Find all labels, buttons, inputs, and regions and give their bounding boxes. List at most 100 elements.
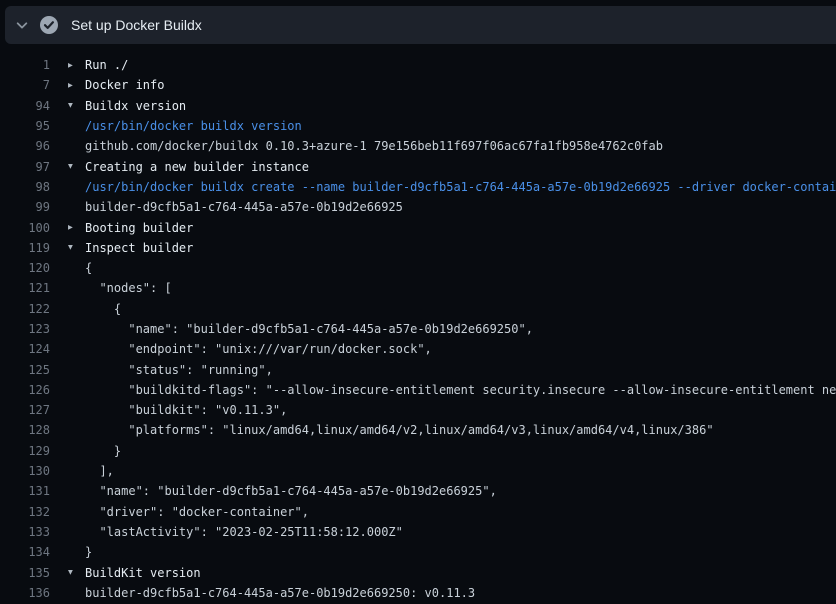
log-group-toggle[interactable]: ▶Booting builder bbox=[50, 221, 193, 235]
line-number[interactable]: 96 bbox=[0, 139, 50, 153]
log-text: /usr/bin/docker buildx create --name bui… bbox=[50, 180, 836, 194]
line-number[interactable]: 97 bbox=[0, 160, 50, 174]
triangle-collapsed-icon: ▶ bbox=[68, 80, 78, 89]
log-text: "buildkitd-flags": "--allow-insecure-ent… bbox=[50, 383, 836, 397]
line-number[interactable]: 123 bbox=[0, 322, 50, 336]
log-line: 97▼Creating a new builder instance bbox=[0, 156, 836, 176]
line-number[interactable]: 94 bbox=[0, 99, 50, 113]
line-number[interactable]: 126 bbox=[0, 383, 50, 397]
workflow-log-page: Set up Docker Buildx 1▶Run ./7▶Docker in… bbox=[0, 0, 836, 604]
step-title: Set up Docker Buildx bbox=[71, 6, 202, 44]
log-text: "endpoint": "unix:///var/run/docker.sock… bbox=[50, 342, 432, 356]
log-line: 7 ▶ Docker info bbox=[0, 75, 836, 95]
line-number[interactable]: 131 bbox=[0, 484, 50, 498]
log-line: 129 } bbox=[0, 441, 836, 461]
log-text: { bbox=[50, 261, 92, 275]
log-group-toggle[interactable]: ▼ BuildKit version bbox=[50, 566, 201, 580]
log-line-text: "lastActivity": "2023-02-25T11:58:12.000… bbox=[85, 525, 403, 539]
line-number[interactable]: 120 bbox=[0, 261, 50, 275]
line-number[interactable]: 133 bbox=[0, 525, 50, 539]
log-text: "name": "builder-d9cfb5a1-c764-445a-a57e… bbox=[50, 484, 497, 498]
line-number[interactable]: 100 bbox=[0, 221, 50, 235]
log-line-text: "name": "builder-d9cfb5a1-c764-445a-a57e… bbox=[85, 322, 533, 336]
log-line: 96 github.com/docker/buildx 0.10.3+azure-… bbox=[0, 136, 836, 156]
log-line-text: BuildKit version bbox=[85, 566, 201, 580]
log-line: 122 { bbox=[0, 299, 836, 319]
log-line-text: } bbox=[85, 444, 121, 458]
line-number[interactable]: 129 bbox=[0, 444, 50, 458]
log-line-text: "endpoint": "unix:///var/run/docker.sock… bbox=[85, 342, 432, 356]
line-number[interactable]: 119 bbox=[0, 241, 50, 255]
triangle-expanded-icon: ▼ bbox=[68, 568, 78, 577]
line-number[interactable]: 121 bbox=[0, 281, 50, 295]
line-number[interactable]: 99 bbox=[0, 200, 50, 214]
log-line: 119 ▼ Inspect builder bbox=[0, 238, 836, 258]
log-group-toggle[interactable]: ▶ Docker info bbox=[50, 78, 164, 92]
log-group-toggle[interactable]: ▼Creating a new builder instance bbox=[50, 160, 309, 174]
line-number[interactable]: 130 bbox=[0, 464, 50, 478]
log-line-text: /usr/bin/docker buildx create --name bui… bbox=[85, 180, 836, 194]
chevron-down-icon bbox=[15, 18, 29, 32]
log-line-text: } bbox=[85, 545, 92, 559]
log-line-text: Run ./ bbox=[85, 58, 128, 72]
log-line-text: "nodes": [ bbox=[85, 281, 172, 295]
line-number[interactable]: 124 bbox=[0, 342, 50, 356]
log-line-text: builder-d9cfb5a1-c764-445a-a57e-0b19d2e6… bbox=[85, 586, 475, 600]
line-number[interactable]: 128 bbox=[0, 423, 50, 437]
log-line-text: Inspect builder bbox=[85, 241, 193, 255]
line-number[interactable]: 136 bbox=[0, 586, 50, 600]
log-text: } bbox=[50, 444, 121, 458]
log-line-text: "buildkit": "v0.11.3", bbox=[85, 403, 287, 417]
log-line: 98/usr/bin/docker buildx create --name b… bbox=[0, 177, 836, 197]
collapse-step-button[interactable] bbox=[5, 6, 39, 44]
log-line-text: { bbox=[85, 302, 121, 316]
log-text: /usr/bin/docker buildx version bbox=[50, 119, 302, 133]
log-line-text: { bbox=[85, 261, 92, 275]
log-text: ], bbox=[50, 464, 114, 478]
log-line: 125 "status": "running", bbox=[0, 359, 836, 379]
line-number[interactable]: 132 bbox=[0, 505, 50, 519]
log-text: github.com/docker/buildx 0.10.3+azure-1 … bbox=[50, 139, 663, 153]
log-line-text: Docker info bbox=[85, 78, 164, 92]
log-line-text: "buildkitd-flags": "--allow-insecure-ent… bbox=[85, 383, 836, 397]
log-line: 95/usr/bin/docker buildx version bbox=[0, 116, 836, 136]
line-number[interactable]: 127 bbox=[0, 403, 50, 417]
line-number[interactable]: 134 bbox=[0, 545, 50, 559]
log-line: 120 { bbox=[0, 258, 836, 278]
line-number[interactable]: 98 bbox=[0, 180, 50, 194]
step-header[interactable]: Set up Docker Buildx bbox=[5, 6, 836, 44]
log-line: 100▶Booting builder bbox=[0, 217, 836, 237]
log-viewer[interactable]: 1▶Run ./7▶Docker info94▼Buildx version95… bbox=[0, 44, 836, 604]
log-text: builder-d9cfb5a1-c764-445a-a57e-0b19d2e6… bbox=[50, 200, 403, 214]
log-line-text: /usr/bin/docker buildx version bbox=[85, 119, 302, 133]
log-group-toggle[interactable]: ▼Buildx version bbox=[50, 99, 186, 113]
log-line: 121 "nodes": [ bbox=[0, 278, 836, 298]
log-group-toggle[interactable]: ▶Run ./ bbox=[50, 58, 128, 72]
line-number[interactable]: 7 bbox=[0, 78, 50, 92]
log-text: "driver": "docker-container", bbox=[50, 505, 309, 519]
log-line-text: ], bbox=[85, 464, 114, 478]
line-number[interactable]: 135 bbox=[0, 566, 50, 580]
log-line-text: github.com/docker/buildx 0.10.3+azure-1 … bbox=[85, 139, 663, 153]
log-line: 1▶Run ./ bbox=[0, 55, 836, 75]
log-line: 132 "driver": "docker-container", bbox=[0, 502, 836, 522]
line-number[interactable]: 1 bbox=[0, 58, 50, 72]
log-line-text: "name": "builder-d9cfb5a1-c764-445a-a57e… bbox=[85, 484, 497, 498]
log-line-text: Booting builder bbox=[85, 221, 193, 235]
log-line-text: Creating a new builder instance bbox=[85, 160, 309, 174]
line-number[interactable]: 95 bbox=[0, 119, 50, 133]
log-text: builder-d9cfb5a1-c764-445a-a57e-0b19d2e6… bbox=[50, 586, 475, 600]
log-text: "buildkit": "v0.11.3", bbox=[50, 403, 287, 417]
log-group-toggle[interactable]: ▼ Inspect builder bbox=[50, 241, 193, 255]
log-line: 123 "name": "builder-d9cfb5a1-c764-445a-… bbox=[0, 319, 836, 339]
log-line: 94▼Buildx version bbox=[0, 96, 836, 116]
log-line-text: "driver": "docker-container", bbox=[85, 505, 309, 519]
log-line: 128 "platforms": "linux/amd64,linux/amd6… bbox=[0, 420, 836, 440]
log-text: } bbox=[50, 545, 92, 559]
log-text: "lastActivity": "2023-02-25T11:58:12.000… bbox=[50, 525, 403, 539]
line-number[interactable]: 125 bbox=[0, 363, 50, 377]
check-circle-icon bbox=[39, 15, 59, 35]
line-number[interactable]: 122 bbox=[0, 302, 50, 316]
triangle-expanded-icon: ▼ bbox=[68, 243, 78, 252]
log-line-text: "platforms": "linux/amd64,linux/amd64/v2… bbox=[85, 423, 714, 437]
